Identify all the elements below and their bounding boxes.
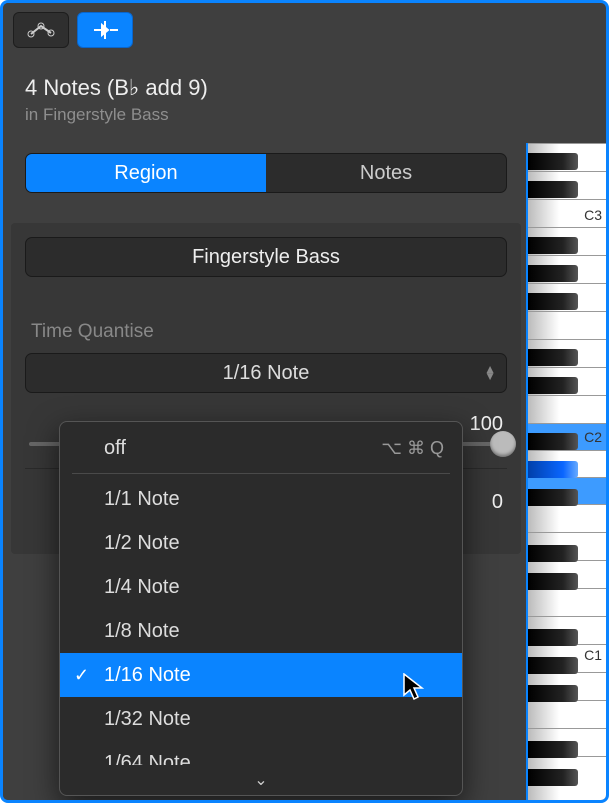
menu-item[interactable]: 1/1 Note <box>60 477 462 521</box>
menu-scroll-down[interactable]: ⌄ <box>60 765 462 795</box>
menu-item-label: 1/16 Note <box>104 664 191 687</box>
key-label-c2: C2 <box>584 429 602 445</box>
menu-item-label: 1/1 Note <box>104 488 180 511</box>
menu-item[interactable]: 1/8 Note <box>60 609 462 653</box>
catch-icon <box>90 21 120 39</box>
updown-icon: ▲▼ <box>484 366 496 380</box>
menu-item[interactable]: ✓ 1/16 Note <box>60 653 462 697</box>
check-icon: ✓ <box>74 665 89 686</box>
selection-title: 4 Notes (B♭ add 9) <box>25 75 507 101</box>
chevron-down-icon: ⌄ <box>254 770 267 790</box>
menu-item-off[interactable]: off ⌥ ⌘ Q <box>60 426 462 470</box>
time-quantise-dropdown[interactable]: 1/16 Note ▲▼ <box>25 353 507 393</box>
editor-window: 4 Notes (B♭ add 9) in Fingerstyle Bass R… <box>0 0 609 803</box>
slider-knob[interactable] <box>490 431 516 457</box>
region-name-field[interactable]: Fingerstyle Bass <box>25 237 507 277</box>
menu-divider <box>72 473 450 474</box>
menu-shortcut: ⌥ ⌘ Q <box>381 438 444 459</box>
catch-tool-button[interactable] <box>77 12 133 48</box>
time-quantise-label: Time Quantise <box>25 321 507 343</box>
menu-item-label: 1/8 Note <box>104 620 180 643</box>
piano-ruler[interactable]: C3 C2 C1 <box>526 143 606 803</box>
menu-item-label: 1/4 Note <box>104 576 180 599</box>
menu-item[interactable]: 1/4 Note <box>60 565 462 609</box>
key-label-c3: C3 <box>584 207 602 223</box>
menu-item[interactable]: 1/32 Note <box>60 697 462 741</box>
inspector-tabs: Region Notes <box>25 153 507 193</box>
automation-tool-button[interactable] <box>13 12 69 48</box>
menu-item-label: off <box>104 437 126 460</box>
menu-item-label: 1/2 Note <box>104 532 180 555</box>
menu-item-label: 1/32 Note <box>104 708 191 731</box>
menu-item[interactable]: 1/64 Note <box>60 741 462 765</box>
time-quantise-value: 1/16 Note <box>223 362 310 385</box>
region-header: 4 Notes (B♭ add 9) in Fingerstyle Bass <box>3 57 529 137</box>
tab-region[interactable]: Region <box>26 154 266 192</box>
selection-subtitle: in Fingerstyle Bass <box>25 105 507 125</box>
automation-icon <box>26 21 56 39</box>
menu-item-label: 1/64 Note <box>104 752 191 766</box>
tab-notes[interactable]: Notes <box>266 154 506 192</box>
quantise-menu: off ⌥ ⌘ Q 1/1 Note 1/2 Note 1/4 Note 1/8 No… <box>59 421 463 796</box>
menu-item[interactable]: 1/2 Note <box>60 521 462 565</box>
toolbar <box>3 3 529 57</box>
